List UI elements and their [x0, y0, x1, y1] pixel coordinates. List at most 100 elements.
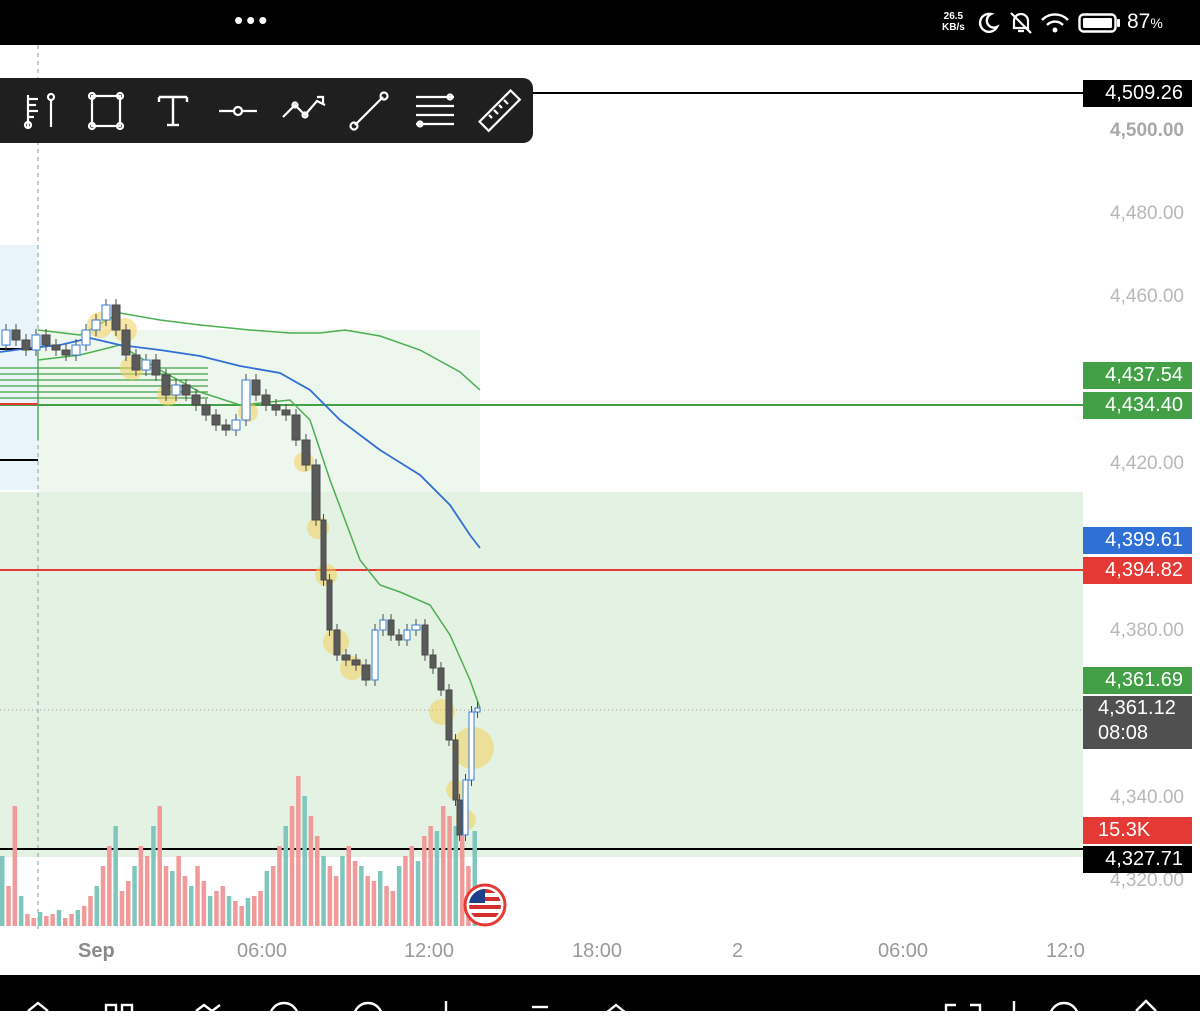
volume-bar	[384, 886, 389, 926]
price-label-green-lower[interactable]: 4,434.40	[1083, 392, 1192, 419]
candle	[351, 659, 361, 666]
candle	[181, 384, 191, 396]
candle	[474, 707, 481, 713]
moon-icon	[978, 12, 1000, 33]
time-tick: 2	[732, 940, 744, 962]
candle	[51, 344, 61, 351]
volume-bar	[296, 776, 301, 926]
bell-off-icon	[1010, 12, 1032, 34]
volume-bar	[75, 910, 81, 926]
candle	[21, 339, 31, 351]
volume-bar	[289, 806, 295, 926]
candle	[291, 414, 301, 441]
time-tick: Sep	[78, 940, 115, 962]
network-speed-unit: KB/s	[942, 22, 965, 33]
fullscreen-icon[interactable]	[944, 1003, 956, 1013]
volume-bar	[359, 866, 364, 926]
price-label-green-current[interactable]: 4,361.69	[1083, 667, 1192, 694]
volume-bar	[144, 856, 150, 926]
volume-bar	[308, 816, 314, 926]
horizontal-line-icon[interactable]	[208, 78, 268, 143]
candle	[445, 689, 453, 741]
drawing-toolbar	[0, 78, 533, 143]
volume-bar	[69, 914, 74, 926]
candle	[462, 779, 469, 836]
volume-bar	[151, 826, 156, 926]
candles-icon[interactable]	[195, 1003, 221, 1013]
trend-line-icon[interactable]	[339, 78, 399, 143]
volume-bar	[428, 826, 433, 926]
candle	[437, 667, 445, 691]
price-chart[interactable]	[0, 45, 1200, 975]
chevron-icon[interactable]	[27, 1001, 49, 1012]
volume-bar	[346, 846, 351, 926]
volume-bar	[50, 914, 55, 926]
path-icon[interactable]	[273, 78, 333, 143]
candle	[151, 359, 161, 376]
up-icon[interactable]	[605, 1003, 627, 1014]
grid-icon[interactable]	[104, 1003, 118, 1016]
price-label-blue[interactable]: 4,399.61	[1083, 527, 1192, 554]
candle	[379, 619, 387, 631]
battery-unit: %	[1150, 15, 1163, 31]
time-tick: 06:00	[878, 940, 929, 962]
us-flag-event-icon[interactable]	[463, 883, 507, 927]
volume-bar	[214, 891, 219, 926]
last-price-badge[interactable]: 4,361.12 08:08	[1083, 696, 1192, 749]
volume-bar	[315, 836, 320, 926]
candle	[61, 349, 71, 356]
fib-lines-icon[interactable]	[404, 78, 464, 143]
candle	[111, 304, 121, 331]
price-label-top-line[interactable]: 4,509.26	[1083, 80, 1192, 107]
volume-bar	[0, 856, 5, 926]
candle	[326, 579, 333, 631]
candle	[131, 354, 141, 371]
price-label-green-upper[interactable]: 4,437.54	[1083, 362, 1192, 389]
candle	[341, 654, 351, 661]
volume-bar	[453, 826, 459, 926]
candle	[71, 344, 81, 356]
text-icon[interactable]	[143, 78, 203, 143]
volume-bar	[207, 896, 213, 926]
time-tick: 18:00	[572, 940, 623, 962]
volume-bar	[378, 871, 383, 926]
indicator-icon[interactable]	[268, 1001, 300, 1016]
volume-bar	[365, 876, 370, 926]
candle	[11, 329, 21, 341]
alert-icon[interactable]	[352, 1001, 384, 1016]
price-label-red[interactable]: 4,394.82	[1083, 557, 1192, 584]
candle	[41, 334, 51, 346]
rectangle-icon[interactable]	[76, 78, 136, 143]
ruler-icon[interactable]	[469, 78, 529, 143]
candle	[301, 439, 311, 466]
volume-bar	[107, 846, 112, 926]
volume-bar	[94, 886, 99, 926]
candle	[387, 619, 395, 636]
candle	[31, 334, 41, 351]
price-range-icon[interactable]	[8, 78, 68, 143]
add-icon[interactable]	[1048, 1001, 1080, 1016]
volume-bar	[195, 866, 200, 926]
time-tick: 12:00	[404, 940, 455, 962]
share-icon[interactable]	[1135, 999, 1157, 1012]
volume-bar	[252, 896, 257, 926]
volume-bar	[126, 881, 131, 926]
volume-bar	[333, 876, 339, 926]
candle	[468, 711, 475, 781]
volume-bar	[182, 876, 188, 926]
volume-bar	[12, 806, 18, 926]
volume-bar	[176, 856, 181, 926]
candle	[231, 419, 241, 431]
candle	[91, 319, 101, 331]
volume-bar	[233, 901, 238, 926]
volume-bar	[88, 896, 93, 926]
more-dots-icon[interactable]: •••	[234, 7, 270, 33]
candle	[456, 799, 463, 836]
candle	[421, 624, 429, 656]
volume-bar	[157, 806, 162, 926]
volume-bar	[44, 916, 49, 926]
price-label-bottom-line[interactable]: 4,327.71	[1083, 846, 1192, 873]
volume-bar	[459, 836, 465, 926]
volume-bar	[100, 866, 106, 926]
network-speed: 26.5 KB/s	[942, 11, 965, 33]
